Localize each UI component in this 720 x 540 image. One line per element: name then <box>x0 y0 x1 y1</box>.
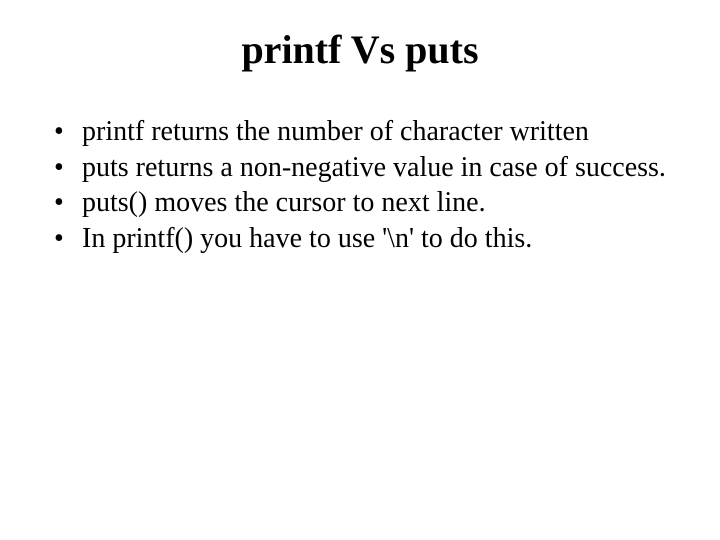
bullet-item: puts() moves the cursor to next line. <box>48 186 672 220</box>
bullet-item: printf returns the number of character w… <box>48 115 672 149</box>
bullet-list: printf returns the number of character w… <box>40 115 680 255</box>
slide: printf Vs puts printf returns the number… <box>0 0 720 540</box>
bullet-item: In printf() you have to use '\n' to do t… <box>48 222 672 256</box>
slide-title: printf Vs puts <box>40 26 680 73</box>
bullet-item: puts returns a non-negative value in cas… <box>48 151 672 185</box>
